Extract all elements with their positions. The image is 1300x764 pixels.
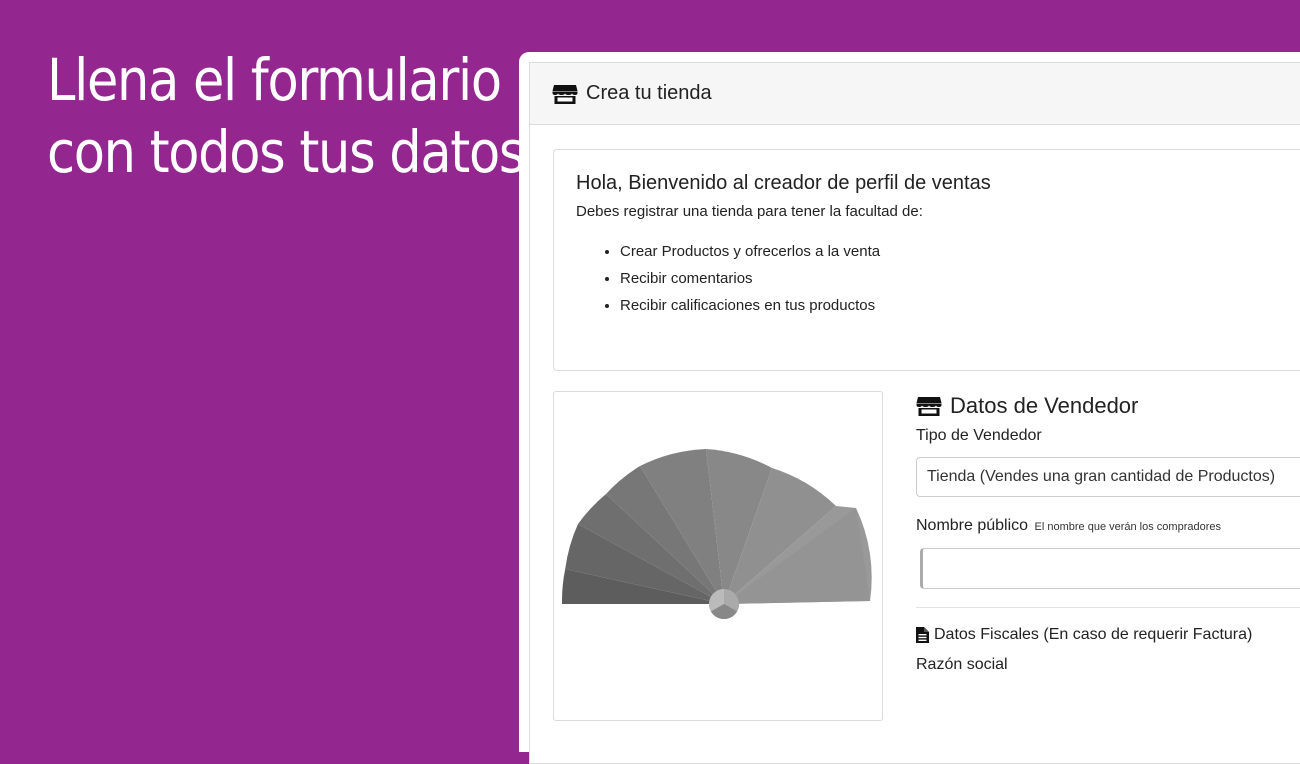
fiscal-section-label: Datos Fiscales (En caso de requerir Fact… xyxy=(934,626,1253,643)
public-name-input[interactable] xyxy=(920,548,1300,589)
store-image-upload[interactable] xyxy=(553,391,883,721)
card-title: Crea tu tienda xyxy=(586,82,712,104)
seller-section-label: Datos de Vendedor xyxy=(950,393,1139,418)
fiscal-section-title: Datos Fiscales (En caso de requerir Fact… xyxy=(916,626,1300,644)
divider xyxy=(916,607,1300,608)
hero-line-1: Llena el formulario xyxy=(47,46,502,114)
hero-line-2: con todos tus datos xyxy=(47,118,525,186)
store-icon xyxy=(916,395,942,417)
card-header: Crea tu tienda xyxy=(530,63,1300,125)
form-window: Crea tu tienda Hola, Bienvenido al cread… xyxy=(519,52,1300,764)
store-icon xyxy=(552,83,578,105)
create-store-card: Crea tu tienda Hola, Bienvenido al cread… xyxy=(529,62,1300,764)
seller-form: Datos de Vendedor Tipo de Vendedor Tiend… xyxy=(916,391,1300,674)
list-item: Recibir comentarios xyxy=(620,265,1300,292)
welcome-panel: Hola, Bienvenido al creador de perfil de… xyxy=(553,149,1300,371)
seller-section-title: Datos de Vendedor xyxy=(916,391,1300,421)
seller-type-value: Tienda (Vendes una gran cantidad de Prod… xyxy=(927,468,1276,485)
welcome-title: Hola, Bienvenido al creador de perfil de… xyxy=(576,172,991,194)
list-item: Crear Productos y ofrecerlos a la venta xyxy=(620,238,1300,265)
seller-type-label: Tipo de Vendedor xyxy=(916,427,1042,444)
business-name-label: Razón social xyxy=(916,656,1008,673)
benefits-list: Crear Productos y ofrecerlos a la venta … xyxy=(576,238,1300,319)
document-icon xyxy=(916,627,929,643)
welcome-subtitle: Debes registrar una tienda para tener la… xyxy=(576,203,923,220)
public-name-label-text: Nombre público xyxy=(916,517,1029,534)
public-name-label: Nombre público El nombre que verán los c… xyxy=(916,517,1300,539)
list-item: Recibir calificaciones en tus productos xyxy=(620,292,1300,319)
seller-type-select[interactable]: Tienda (Vendes una gran cantidad de Prod… xyxy=(916,457,1300,497)
hero-heading: Llena el formulario con todos tus datos xyxy=(47,44,525,188)
public-name-hint: El nombre que verán los compradores xyxy=(1034,521,1221,533)
loading-fan-graphic xyxy=(561,449,872,620)
